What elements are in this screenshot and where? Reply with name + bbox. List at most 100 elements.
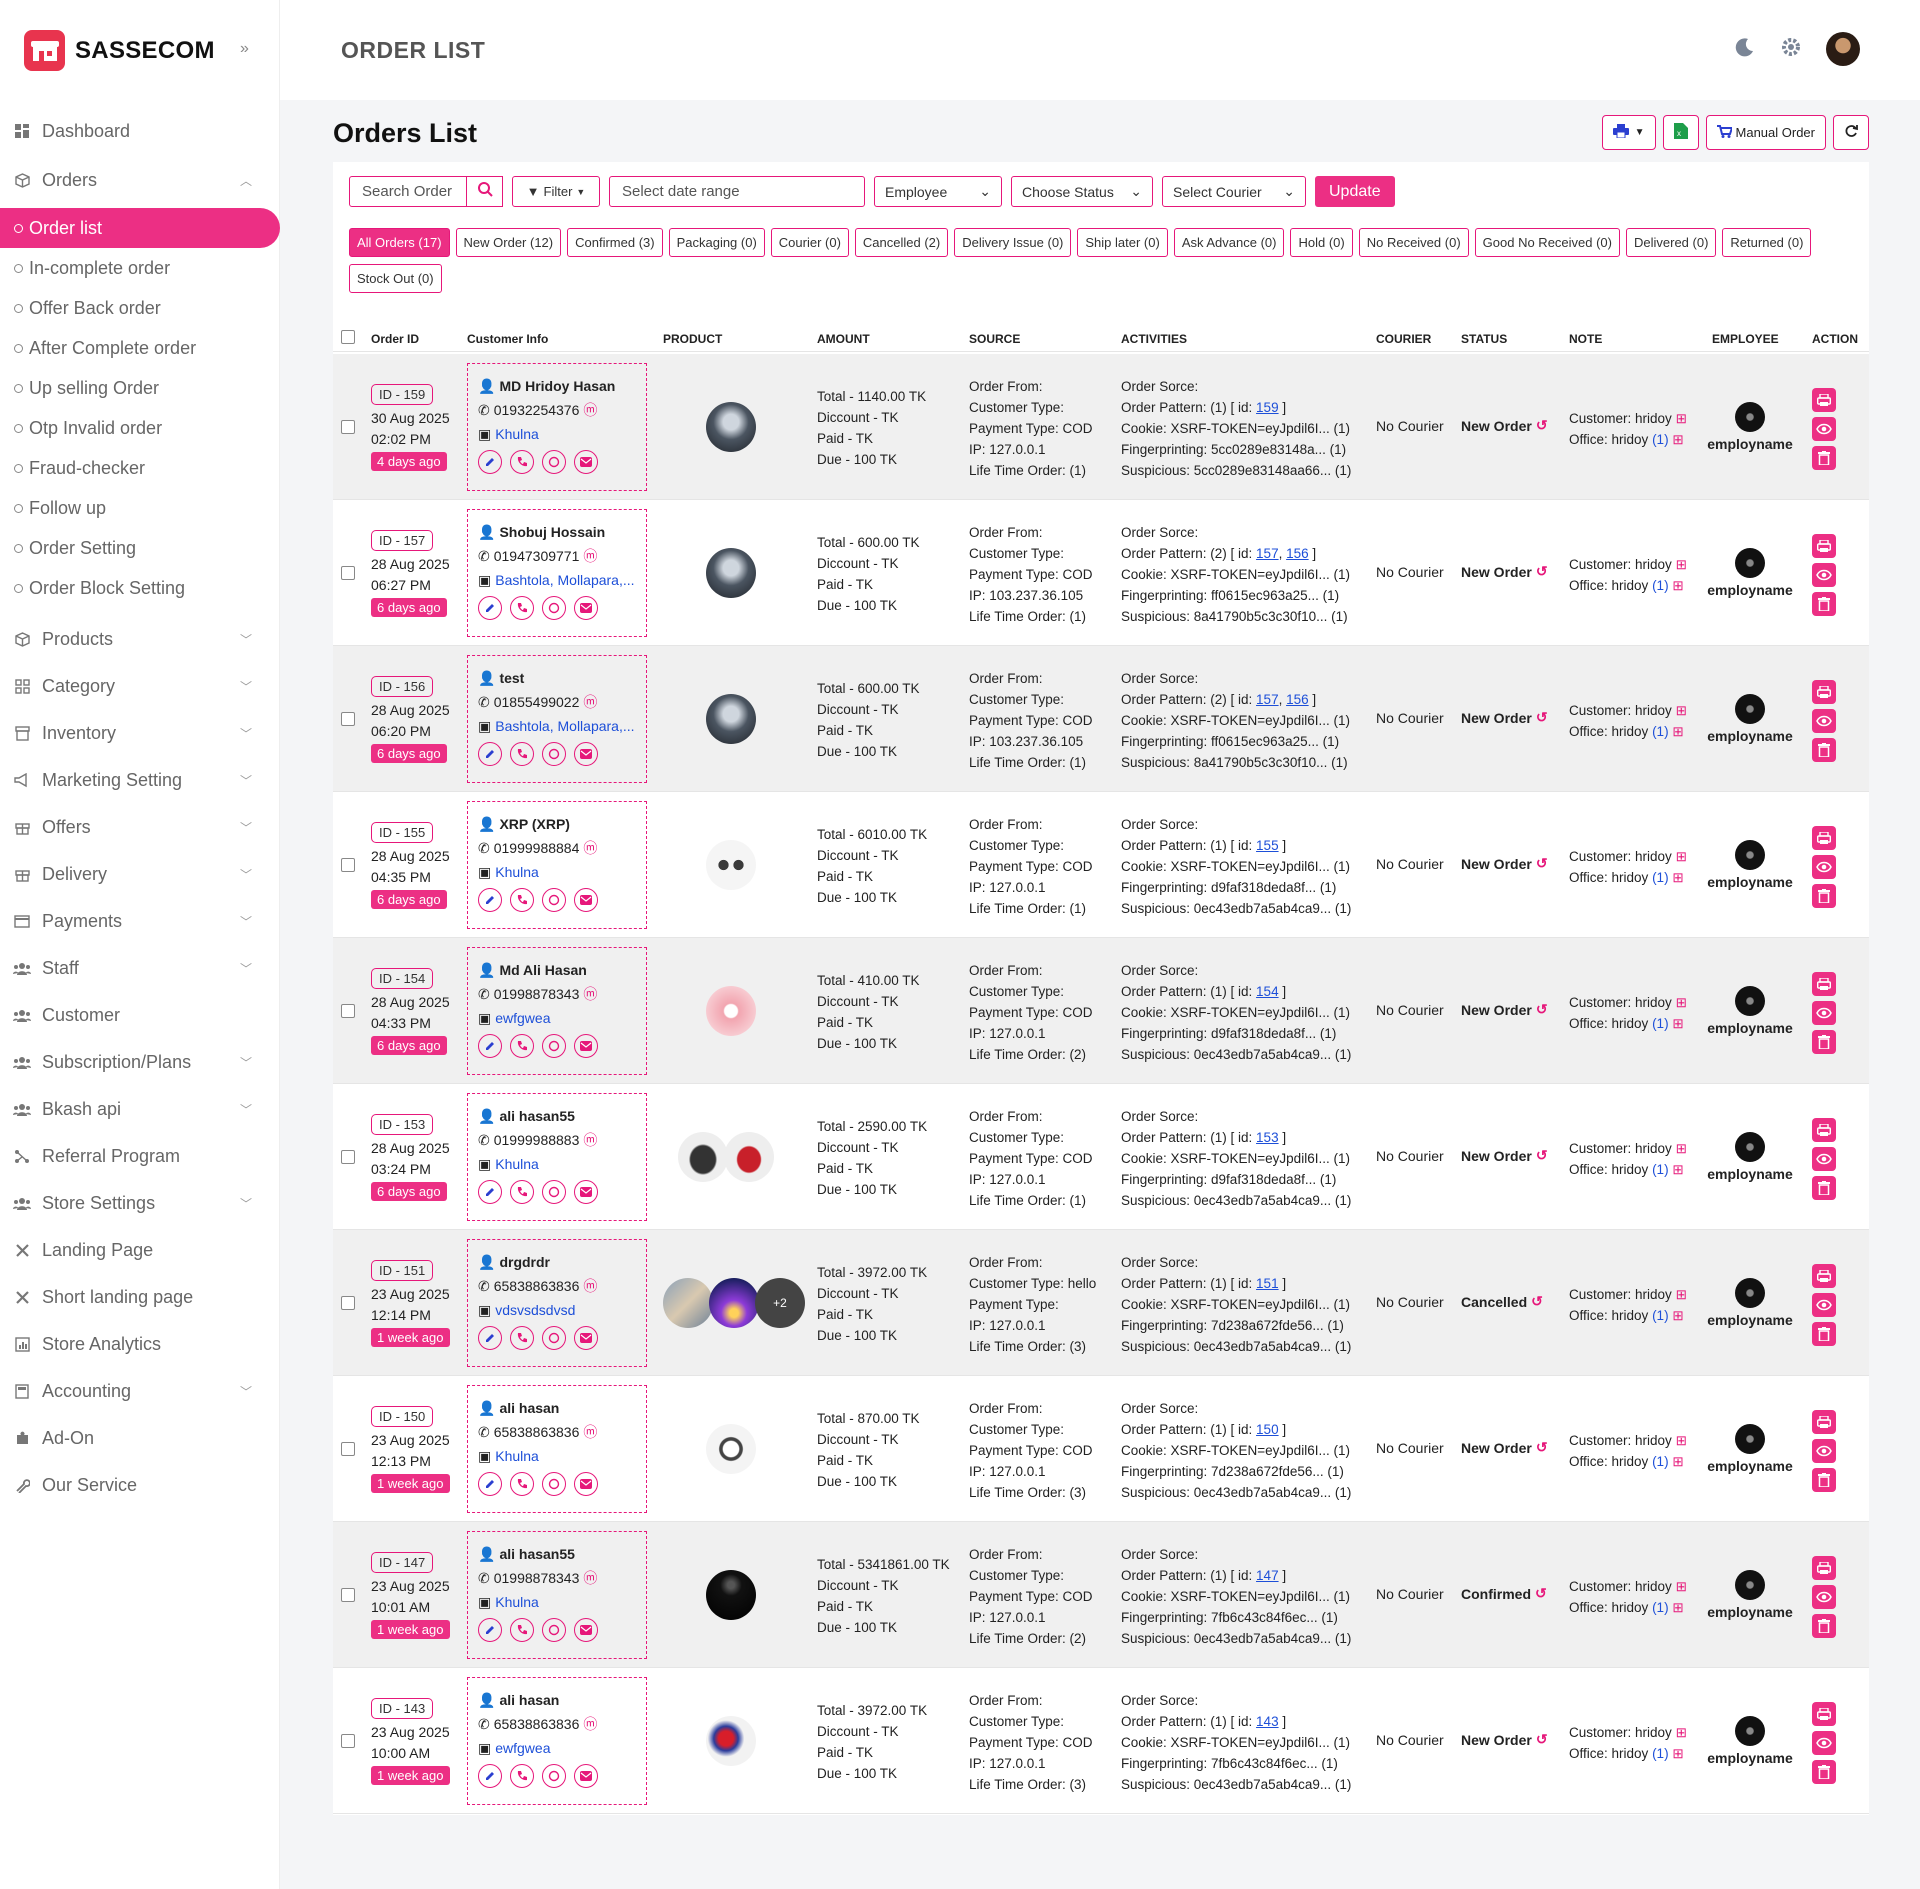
order-id-badge[interactable]: ID - 156 — [371, 676, 434, 697]
tab-packaging[interactable]: Packaging (0) — [668, 228, 765, 257]
delete-icon[interactable] — [1812, 1760, 1836, 1784]
edit-icon[interactable] — [478, 1618, 502, 1642]
select-all-checkbox[interactable] — [341, 330, 355, 344]
sidebar-item-delivery[interactable]: Delivery ﹀ — [0, 851, 280, 898]
edit-icon[interactable] — [478, 1180, 502, 1204]
order-link[interactable]: 159 — [1256, 400, 1279, 415]
search-input[interactable]: Search Order — [349, 176, 467, 207]
refresh-button[interactable] — [1833, 115, 1869, 150]
order-id-badge[interactable]: ID - 157 — [371, 530, 434, 551]
sidebar-item-inventory[interactable]: Inventory ﹀ — [0, 710, 280, 757]
customer-location[interactable]: Khulna — [495, 1594, 539, 1610]
sidebar-item-products[interactable]: Products ﹀ — [0, 616, 280, 663]
product-image[interactable] — [706, 402, 756, 452]
add-note-icon[interactable]: ⊞ — [1672, 870, 1683, 885]
row-checkbox[interactable] — [341, 420, 355, 434]
order-link[interactable]: 157 — [1256, 692, 1279, 707]
tab-cancelled[interactable]: Cancelled (2) — [854, 228, 949, 257]
chat-icon[interactable]: ⓜ — [583, 1130, 597, 1150]
order-link[interactable]: 157 — [1256, 546, 1279, 561]
tab-hold[interactable]: Hold (0) — [1290, 228, 1353, 257]
add-note-icon[interactable]: ⊞ — [1676, 703, 1687, 718]
add-note-icon[interactable]: ⊞ — [1672, 1746, 1683, 1761]
edit-icon[interactable] — [478, 1326, 502, 1350]
sidebar-item-our-service[interactable]: Our Service — [0, 1462, 280, 1509]
order-id-badge[interactable]: ID - 151 — [371, 1260, 434, 1281]
settings-icon[interactable] — [1780, 36, 1802, 63]
print-icon[interactable] — [1812, 1410, 1836, 1434]
call-icon[interactable] — [510, 1326, 534, 1350]
whatsapp-icon[interactable] — [542, 742, 566, 766]
tab-ask-advance[interactable]: Ask Advance (0) — [1173, 228, 1285, 257]
delete-icon[interactable] — [1812, 1614, 1836, 1638]
view-icon[interactable] — [1812, 1439, 1836, 1463]
add-note-icon[interactable]: ⊞ — [1676, 1141, 1687, 1156]
filter-button[interactable]: ▼ Filter ▼ — [512, 176, 600, 207]
view-icon[interactable] — [1812, 709, 1836, 733]
sidebar-item-customer[interactable]: Customer — [0, 992, 280, 1039]
delete-icon[interactable] — [1812, 738, 1836, 762]
view-icon[interactable] — [1812, 1585, 1836, 1609]
status-cell[interactable]: Confirmed ↺ — [1461, 1585, 1547, 1602]
sidebar-item-subscription-plans[interactable]: Subscription/Plans ﹀ — [0, 1039, 280, 1086]
customer-location[interactable]: vdsvsdsdvsd — [495, 1302, 575, 1318]
row-checkbox[interactable] — [341, 1442, 355, 1456]
add-note-icon[interactable]: ⊞ — [1676, 557, 1687, 572]
tab-stock-out[interactable]: Stock Out (0) — [349, 264, 442, 293]
status-cell[interactable]: New Order ↺ — [1461, 563, 1548, 580]
dark-mode-icon[interactable] — [1734, 36, 1756, 63]
edit-icon[interactable] — [478, 888, 502, 912]
customer-location[interactable]: Khulna — [495, 1448, 539, 1464]
export-excel-button[interactable]: x — [1662, 115, 1699, 150]
product-image[interactable] — [663, 1278, 713, 1328]
product-image[interactable] — [678, 1132, 728, 1182]
row-checkbox[interactable] — [341, 858, 355, 872]
history-icon[interactable]: ↺ — [1531, 1293, 1543, 1310]
note-count[interactable]: (1) — [1652, 1016, 1669, 1031]
sidebar-item-dashboard[interactable]: Dashboard — [0, 108, 280, 155]
call-icon[interactable] — [510, 888, 534, 912]
note-count[interactable]: (1) — [1652, 1162, 1669, 1177]
employee-select[interactable]: Employee ⌄ — [874, 176, 1002, 207]
call-icon[interactable] — [510, 742, 534, 766]
row-checkbox[interactable] — [341, 1588, 355, 1602]
sidebar-item-referral-program[interactable]: Referral Program — [0, 1133, 280, 1180]
print-icon[interactable] — [1812, 388, 1836, 412]
order-id-badge[interactable]: ID - 147 — [371, 1552, 434, 1573]
view-icon[interactable] — [1812, 1293, 1836, 1317]
call-icon[interactable] — [510, 450, 534, 474]
sidebar-item-bkash-api[interactable]: Bkash api ﹀ — [0, 1086, 280, 1133]
tab-delivery-issue[interactable]: Delivery Issue (0) — [954, 228, 1072, 257]
view-icon[interactable] — [1812, 1731, 1836, 1755]
note-count[interactable]: (1) — [1652, 1308, 1669, 1323]
customer-location[interactable]: Bashtola, Mollapara,... — [495, 718, 634, 734]
order-id-badge[interactable]: ID - 153 — [371, 1114, 434, 1135]
note-count[interactable]: (1) — [1652, 1454, 1669, 1469]
add-note-icon[interactable]: ⊞ — [1672, 724, 1683, 739]
whatsapp-icon[interactable] — [542, 1618, 566, 1642]
status-cell[interactable]: Cancelled ↺ — [1461, 1293, 1543, 1310]
user-avatar[interactable] — [1826, 32, 1860, 66]
chat-icon[interactable]: ⓜ — [583, 1714, 597, 1734]
add-note-icon[interactable]: ⊞ — [1676, 849, 1687, 864]
chat-icon[interactable]: ⓜ — [583, 1422, 597, 1442]
add-note-icon[interactable]: ⊞ — [1676, 1287, 1687, 1302]
row-checkbox[interactable] — [341, 1296, 355, 1310]
history-icon[interactable]: ↺ — [1536, 855, 1548, 872]
email-icon[interactable] — [574, 888, 598, 912]
print-icon[interactable] — [1812, 680, 1836, 704]
email-icon[interactable] — [574, 1618, 598, 1642]
email-icon[interactable] — [574, 1180, 598, 1204]
email-icon[interactable] — [574, 1472, 598, 1496]
view-icon[interactable] — [1812, 563, 1836, 587]
sidebar-subitem-order-setting[interactable]: Order Setting — [0, 528, 280, 568]
customer-location[interactable]: ewfgwea — [495, 1740, 550, 1756]
chat-icon[interactable]: ⓜ — [583, 400, 597, 420]
print-icon[interactable] — [1812, 1702, 1836, 1726]
add-note-icon[interactable]: ⊞ — [1676, 1433, 1687, 1448]
product-image[interactable] — [706, 1424, 756, 1474]
add-note-icon[interactable]: ⊞ — [1672, 1308, 1683, 1323]
sidebar-item-store-analytics[interactable]: Store Analytics — [0, 1321, 280, 1368]
add-note-icon[interactable]: ⊞ — [1672, 1162, 1683, 1177]
sidebar-subitem-offer-back-order[interactable]: Offer Back order — [0, 288, 280, 328]
